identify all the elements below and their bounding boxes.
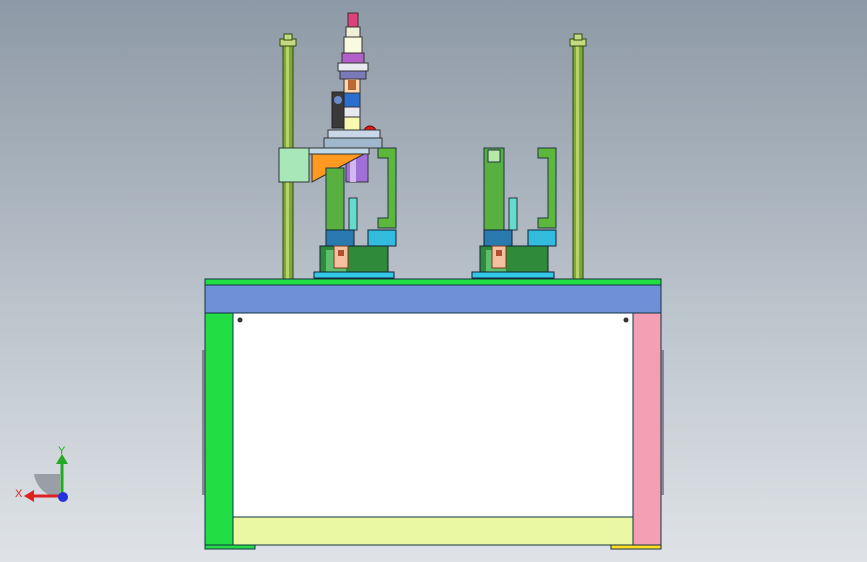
right-station[interactable] xyxy=(471,147,557,279)
right-guide-column[interactable] xyxy=(569,33,587,281)
coordinate-triad-icon: Y X xyxy=(15,445,68,502)
left-station[interactable] xyxy=(278,12,397,279)
cad-viewport[interactable]: Y X xyxy=(0,0,867,562)
base-cabinet[interactable] xyxy=(202,278,664,550)
machine-model[interactable] xyxy=(0,0,867,562)
y-axis-label: Y xyxy=(58,445,66,457)
x-axis-label: X xyxy=(15,488,23,500)
